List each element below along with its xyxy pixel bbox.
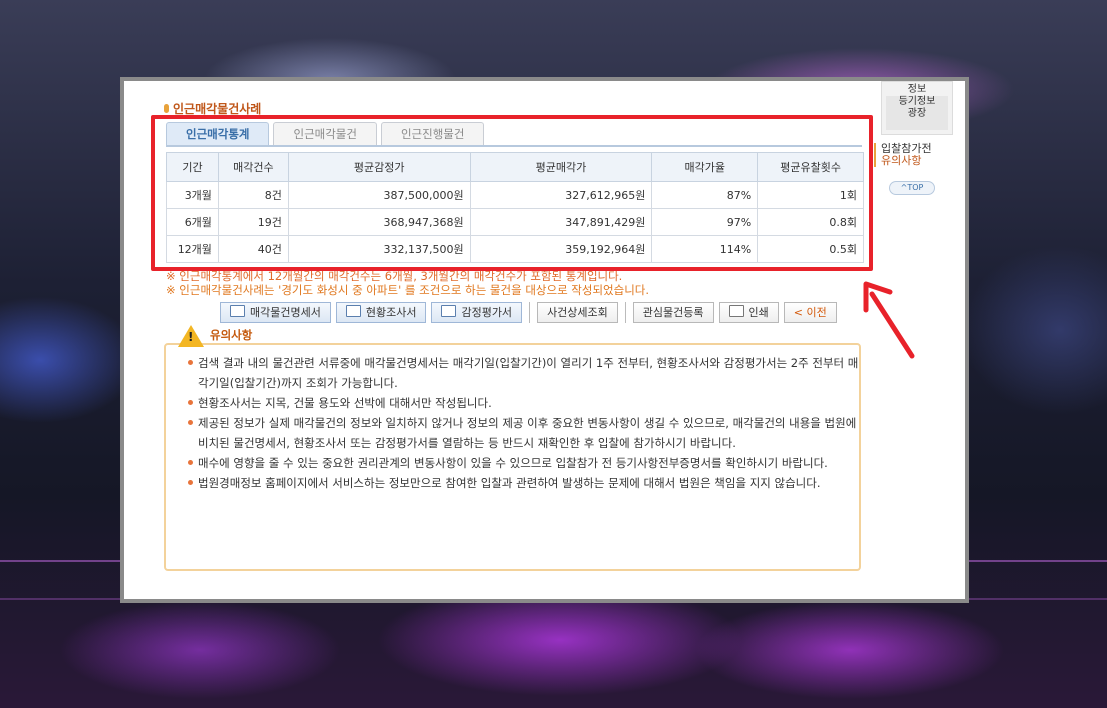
list-item: 제공된 정보가 실제 매각물건의 정보와 일치하지 않거나 정보의 제공 이후 … bbox=[188, 413, 868, 453]
registry-square-link[interactable]: 등기정보 광장 bbox=[886, 96, 948, 130]
sale-statement-label: 매각물건명세서 bbox=[250, 306, 321, 319]
sale-statement-button[interactable]: 매각물건명세서 bbox=[220, 302, 331, 323]
registry-info-label: 정보 bbox=[907, 84, 927, 95]
registry-square-line2: 광장 bbox=[907, 108, 927, 119]
warning-list: 검색 결과 내의 물건관련 서류중에 매각물건명세서는 매각기일(입찰기간)이 … bbox=[188, 353, 868, 493]
list-item: 법원경매정보 홈페이지에서 서비스하는 정보만으로 참여한 입찰과 관련하여 발… bbox=[188, 473, 868, 493]
bullet-icon bbox=[164, 104, 169, 113]
document-icon bbox=[345, 305, 361, 317]
highlight-box bbox=[151, 115, 873, 271]
toolbar-divider bbox=[624, 302, 626, 323]
status-report-label: 현황조사서 bbox=[365, 306, 417, 319]
document-icon bbox=[441, 305, 457, 317]
print-label: 인쇄 bbox=[748, 306, 769, 319]
status-report-button[interactable]: 현황조사서 bbox=[335, 302, 427, 323]
interest-register-button[interactable]: 관심물건등록 bbox=[632, 302, 714, 323]
registry-square-line1: 등기정보 bbox=[898, 96, 936, 107]
case-detail-button[interactable]: 사건상세조회 bbox=[537, 302, 618, 323]
red-arrow-icon bbox=[863, 281, 915, 359]
registry-info-box[interactable]: 정보 등기정보 광장 bbox=[881, 81, 953, 135]
document-icon bbox=[230, 305, 245, 317]
list-item: 검색 결과 내의 물건관련 서류중에 매각물건명세서는 매각기일(입찰기간)이 … bbox=[188, 353, 868, 393]
action-toolbar: 매각물건명세서 현황조사서 감정평가서 사건상세조회 관심물건등록 인쇄 < 이… bbox=[220, 302, 837, 323]
warning-title: 유의사항 bbox=[210, 328, 253, 342]
bidding-notice-link[interactable]: 입찰참가전 유의사항 bbox=[874, 143, 951, 167]
list-item: 매수에 영향을 줄 수 있는 중요한 권리관계의 변동사항이 있을 수 있으므로… bbox=[188, 453, 868, 473]
list-item: 현황조사서는 지목, 건물 용도와 선박에 대해서만 작성됩니다. bbox=[188, 393, 868, 413]
prev-button[interactable]: < 이전 bbox=[783, 302, 837, 323]
appraisal-label: 감정평가서 bbox=[461, 306, 513, 319]
top-button[interactable]: ^TOP bbox=[889, 181, 935, 195]
appraisal-button[interactable]: 감정평가서 bbox=[431, 302, 523, 323]
toolbar-divider bbox=[529, 302, 531, 323]
section-title-text: 인근매각물건사례 bbox=[173, 102, 262, 116]
bidding-notice-line2: 유의사항 bbox=[881, 154, 922, 167]
printer-icon bbox=[728, 305, 744, 317]
warning-icon: ! bbox=[178, 325, 204, 347]
print-button[interactable]: 인쇄 bbox=[718, 302, 779, 323]
condition-note: ※ 인근매각물건사례는 '경기도 화성시 중 아파트' 를 조건으로 하는 물건… bbox=[166, 283, 650, 297]
